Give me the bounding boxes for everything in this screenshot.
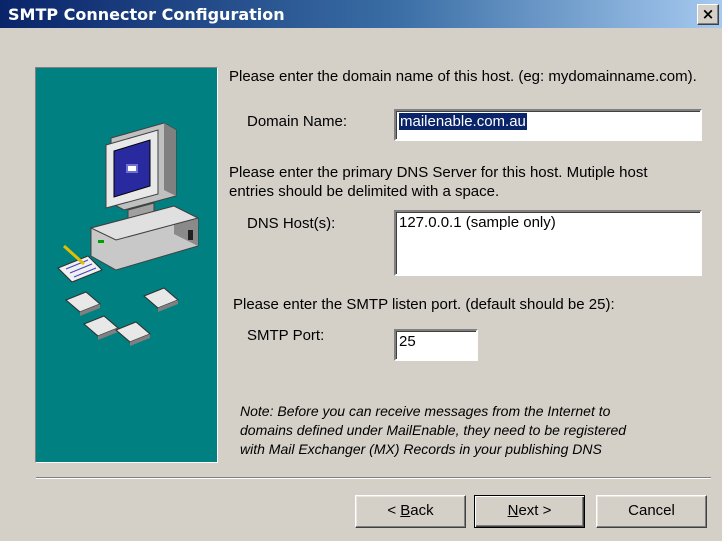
envelope-icon — [65, 287, 179, 346]
dns-instruction-line1: Please enter the primary DNS Server for … — [229, 164, 648, 181]
domain-instruction: Please enter the domain name of this hos… — [229, 68, 697, 85]
dns-host-value: 127.0.0.1 (sample only) — [399, 214, 556, 231]
back-mnemonic: B — [400, 502, 411, 519]
cancel-button[interactable]: Cancel — [596, 495, 707, 528]
note-line-1: Note: Before you can receive messages fr… — [240, 403, 611, 419]
button-separator — [36, 477, 711, 479]
domain-name-field[interactable]: mailenable.com.au — [394, 109, 702, 141]
back-button[interactable]: < Back — [355, 495, 466, 528]
cancel-label: Cancel — [628, 502, 675, 519]
dns-host-label: DNS Host(s): — [247, 215, 336, 232]
computer-icon — [89, 122, 200, 271]
window-title: SMTP Connector Configuration — [8, 5, 285, 24]
close-button[interactable]: × — [697, 4, 719, 25]
note-line-3: with Mail Exchanger (MX) Records in your… — [240, 441, 602, 457]
back-prefix: < — [387, 502, 401, 519]
wizard-side-image — [35, 67, 218, 463]
port-instruction: Please enter the SMTP listen port. (defa… — [233, 296, 615, 313]
smtp-port-field[interactable]: 25 — [394, 329, 478, 361]
note-line-2: domains defined under MailEnable, they n… — [240, 422, 627, 438]
mx-records-note: Note: Before you can receive messages fr… — [240, 402, 710, 459]
smtp-port-value: 25 — [399, 333, 416, 350]
smtp-port-label: SMTP Port: — [247, 327, 325, 344]
next-rest: ext > — [518, 502, 552, 519]
next-mnemonic: N — [507, 502, 519, 519]
title-bar[interactable]: SMTP Connector Configuration × — [0, 0, 722, 28]
close-icon: × — [701, 5, 715, 23]
next-button[interactable]: Next > — [474, 495, 585, 528]
dns-host-field[interactable]: 127.0.0.1 (sample only) — [394, 210, 702, 276]
back-rest: ack — [410, 502, 434, 519]
domain-name-label: Domain Name: — [247, 113, 348, 130]
domain-name-value: mailenable.com.au — [399, 113, 527, 130]
dns-instruction-line2: entries should be delimited with a space… — [229, 183, 500, 200]
computer-illustration — [57, 122, 200, 346]
